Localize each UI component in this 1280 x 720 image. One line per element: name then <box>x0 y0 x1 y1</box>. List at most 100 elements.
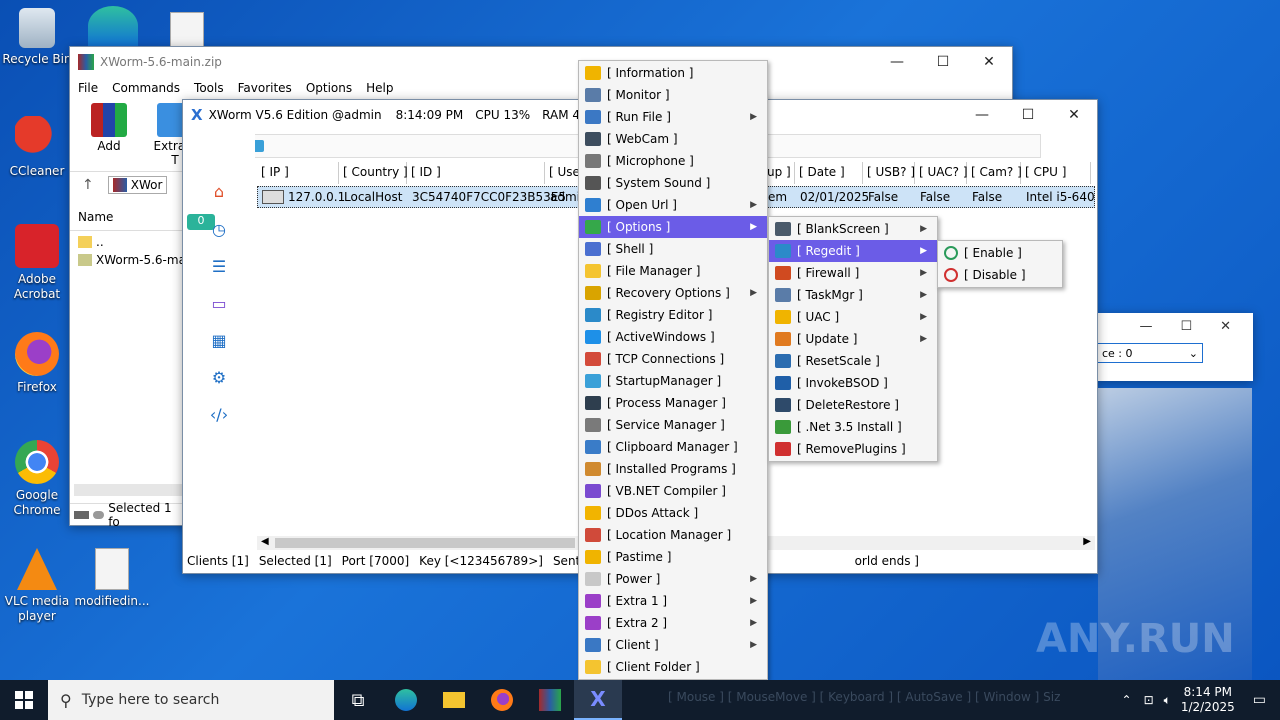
desktop-icon-firefox[interactable]: Firefox <box>0 332 74 395</box>
menu-item[interactable]: [ Client ] ▶ <box>579 634 767 656</box>
task-view-button[interactable]: ⧉ <box>334 680 382 720</box>
desktop-icon-recycle-bin[interactable]: Recycle Bin <box>0 8 74 67</box>
menu-item[interactable]: [ Run File ] ▶ <box>579 106 767 128</box>
menu-item[interactable]: [ Monitor ] <box>579 84 767 106</box>
minimize-button[interactable]: — <box>874 47 920 77</box>
column-header[interactable]: [ USB? ] <box>863 162 915 184</box>
column-header[interactable]: [ ID ] <box>407 162 545 184</box>
menu-item[interactable]: [ Information ] <box>579 62 767 84</box>
list-icon[interactable]: ☰ <box>209 257 229 277</box>
monitor-icon[interactable]: ▭ <box>209 294 229 314</box>
menu-item[interactable]: [ ResetScale ] <box>769 350 937 372</box>
maximize-button[interactable]: ☐ <box>920 47 966 77</box>
menu-item[interactable]: [ Recovery Options ] ▶ <box>579 282 767 304</box>
taskbar-file-explorer[interactable] <box>430 680 478 720</box>
code-icon[interactable]: ‹/› <box>209 405 229 425</box>
menu-item[interactable]: [ Extra 1 ] ▶ <box>579 590 767 612</box>
history-icon[interactable]: ◷ <box>209 220 229 240</box>
menu-item[interactable]: [ BlankScreen ] ▶ <box>769 218 937 240</box>
menu-item[interactable]: [ ActiveWindows ] <box>579 326 767 348</box>
menu-options[interactable]: Options <box>306 81 352 95</box>
column-header[interactable]: [ Cam? ] <box>967 162 1022 184</box>
menu-item[interactable]: [ Regedit ] ▶ <box>769 240 937 262</box>
menu-item[interactable]: [ Enable ] <box>938 242 1062 264</box>
close-button[interactable]: ✕ <box>1051 100 1097 130</box>
menu-commands[interactable]: Commands <box>112 81 180 95</box>
path-field[interactable]: XWor <box>107 176 168 194</box>
volume-icon[interactable]: 🔈︎ <box>1164 693 1171 708</box>
desktop-icon-ccleaner[interactable]: CCleaner <box>0 116 74 179</box>
close-button[interactable]: ✕ <box>966 47 1012 77</box>
menu-item[interactable]: [ Process Manager ] <box>579 392 767 414</box>
menu-item[interactable]: [ Registry Editor ] <box>579 304 767 326</box>
column-header[interactable]: [ CPU ] <box>1021 162 1091 184</box>
column-header[interactable]: [ UAC? ] <box>915 162 968 184</box>
menu-item[interactable]: [ Installed Programs ] <box>579 458 767 480</box>
column-header[interactable]: [ Country ] <box>339 162 408 184</box>
scroll-thumb[interactable] <box>275 538 575 548</box>
maximize-button[interactable]: ☐ <box>1005 100 1051 130</box>
minimize-button[interactable]: — <box>959 100 1005 130</box>
menu-item[interactable]: [ Disable ] <box>938 264 1062 286</box>
taskbar-firefox[interactable] <box>478 680 526 720</box>
horizontal-scrollbar[interactable] <box>74 484 182 496</box>
taskbar-winrar[interactable] <box>526 680 574 720</box>
desktop-icon-chrome[interactable]: Google Chrome <box>0 440 74 518</box>
taskbar-xworm[interactable]: X <box>574 680 622 720</box>
column-header[interactable]: [ Date ] <box>795 162 863 184</box>
start-button[interactable] <box>0 680 48 720</box>
column-header[interactable]: [ IP ] <box>257 162 339 184</box>
home-icon[interactable]: ⌂ <box>209 182 229 202</box>
up-arrow-icon[interactable]: ↑ <box>82 177 94 193</box>
menu-item[interactable]: [ Pastime ] <box>579 546 767 568</box>
menu-item[interactable]: [ Location Manager ] <box>579 524 767 546</box>
menu-item[interactable]: [ Options ] ▶ <box>579 216 767 238</box>
menu-item[interactable]: [ Power ] ▶ <box>579 568 767 590</box>
minimize-icon[interactable]: — <box>1139 319 1152 334</box>
menu-tools[interactable]: Tools <box>194 81 224 95</box>
device-select[interactable]: ce : 0 ⌄ <box>1097 343 1203 363</box>
dashboard-icon[interactable]: ▦ <box>209 331 229 351</box>
menu-item[interactable]: [ Extra 2 ] ▶ <box>579 612 767 634</box>
menu-item[interactable]: [ .Net 3.5 Install ] <box>769 416 937 438</box>
menu-item[interactable]: [ Update ] ▶ <box>769 328 937 350</box>
menu-item[interactable]: [ Open Url ] ▶ <box>579 194 767 216</box>
menu-item[interactable]: [ Clipboard Manager ] <box>579 436 767 458</box>
menu-item[interactable]: [ UAC ] ▶ <box>769 306 937 328</box>
close-icon[interactable]: ✕ <box>1220 319 1231 334</box>
notification-icon[interactable]: ▭ <box>1253 692 1266 708</box>
chevron-up-icon[interactable]: ⌃ <box>1122 693 1132 707</box>
scroll-left-icon[interactable]: ◀ <box>261 536 269 547</box>
menu-item[interactable]: [ StartupManager ] <box>579 370 767 392</box>
menu-item[interactable]: [ Shell ] <box>579 238 767 260</box>
maximize-icon[interactable]: ☐ <box>1180 319 1192 334</box>
desktop-icon-modified-image[interactable]: modifiedin... <box>74 548 150 609</box>
network-icon[interactable]: ⊡ <box>1144 693 1154 707</box>
menu-item[interactable]: [ VB.NET Compiler ] <box>579 480 767 502</box>
menu-file[interactable]: File <box>78 81 98 95</box>
add-button[interactable]: Add <box>82 103 136 167</box>
scroll-right-icon[interactable]: ▶ <box>1083 536 1091 547</box>
menu-item[interactable]: [ File Manager ] <box>579 260 767 282</box>
menu-item[interactable]: [ TCP Connections ] <box>579 348 767 370</box>
settings-icon[interactable]: ⚙ <box>209 368 229 388</box>
menu-help[interactable]: Help <box>366 81 393 95</box>
menu-item[interactable]: [ Firewall ] ▶ <box>769 262 937 284</box>
menu-item[interactable]: [ DDos Attack ] <box>579 502 767 524</box>
menu-item[interactable]: [ DeleteRestore ] <box>769 394 937 416</box>
menu-item[interactable]: [ Client Folder ] <box>579 656 767 678</box>
desktop-icon-vlc[interactable]: VLC media player <box>0 548 74 624</box>
taskbar-edge[interactable] <box>382 680 430 720</box>
taskbar-search[interactable]: ⚲ Type here to search <box>48 680 334 720</box>
menu-item[interactable]: [ WebCam ] <box>579 128 767 150</box>
menu-item[interactable]: [ System Sound ] <box>579 172 767 194</box>
desktop-icon-adobe-acrobat[interactable]: Adobe Acrobat <box>0 224 74 302</box>
menu-item[interactable]: [ Service Manager ] <box>579 414 767 436</box>
menu-item[interactable]: [ Microphone ] <box>579 150 767 172</box>
menu-item[interactable]: [ TaskMgr ] ▶ <box>769 284 937 306</box>
menu-item-label: [ Recovery Options ] <box>607 286 730 300</box>
menu-item[interactable]: [ RemovePlugins ] <box>769 438 937 460</box>
menu-item[interactable]: [ InvokeBSOD ] <box>769 372 937 394</box>
menu-favorites[interactable]: Favorites <box>238 81 292 95</box>
clock[interactable]: 8:14 PM 1/2/2025 <box>1181 685 1235 715</box>
